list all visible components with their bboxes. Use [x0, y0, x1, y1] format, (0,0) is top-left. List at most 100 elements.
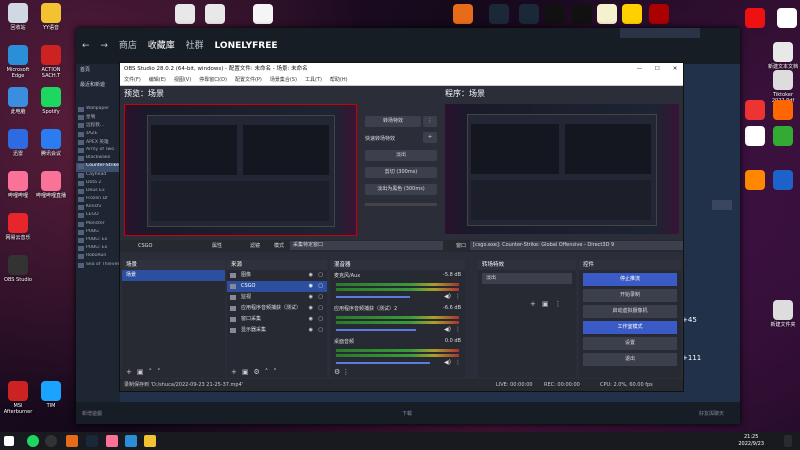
steam-game-item[interactable]: Cayhead — [76, 172, 120, 180]
obs-menu-item[interactable]: 停靠窗口(D) — [199, 77, 227, 83]
desktop-icon[interactable]: 腾讯会议 — [34, 129, 68, 157]
desktop-icon[interactable] — [168, 4, 202, 26]
transition-slider[interactable] — [365, 203, 437, 206]
source-item[interactable]: 图像 ◉ ▢ — [227, 270, 327, 281]
steam-game-item[interactable]: Wallpaper — [76, 106, 120, 114]
desktop-icon[interactable] — [482, 4, 516, 26]
desktop-icon[interactable]: 回收站 — [1, 3, 35, 31]
eye-icon[interactable]: ◉ — [309, 270, 313, 281]
desktop-icon[interactable]: Spotify — [34, 87, 68, 115]
desktop-icon[interactable]: Tiktoker 2022 Pdf — [766, 70, 800, 104]
transition-dropdown-3[interactable]: 淡出为黑色 (300ms) — [365, 184, 437, 195]
add-transition-icon[interactable]: + — [423, 132, 437, 143]
down-icon[interactable]: ˅ — [157, 368, 166, 376]
steam-side-recent[interactable]: 最近和新遊 — [76, 75, 120, 96]
virtual-camera-button[interactable]: 启动虚拟摄像机 — [583, 305, 677, 318]
obs-taskbar-icon[interactable] — [45, 435, 57, 447]
close-icon[interactable]: ✕ — [667, 63, 683, 75]
steam-game-item[interactable]: RoboRun — [76, 253, 120, 261]
more-icon[interactable]: ⋮ — [555, 300, 568, 308]
exit-button[interactable]: 退出 — [583, 353, 677, 366]
steam-game-item[interactable]: Deus Ex — [76, 188, 120, 196]
forward-icon[interactable]: → — [100, 41, 108, 51]
add-icon[interactable]: + — [126, 368, 137, 376]
steam-game-item[interactable]: Frozen Dr — [76, 196, 120, 204]
more-icon[interactable]: ⋮ — [423, 116, 437, 127]
source-item[interactable]: CSGO ◉ ▢ — [227, 281, 327, 292]
desktop-icon[interactable] — [766, 126, 800, 148]
source-item[interactable]: 应用程序音频捕获（测试） ◉ ▢ — [227, 303, 327, 314]
steam-game-item[interactable]: APEX 英雄 — [76, 139, 120, 147]
lock-icon[interactable]: ▢ — [318, 303, 323, 314]
system-clock[interactable]: 21:25 2022/9/23 — [738, 434, 764, 448]
steam-taskbar-icon[interactable] — [86, 435, 98, 447]
desktop-icon[interactable] — [198, 4, 232, 26]
steam-game-item[interactable]: zAZE — [76, 131, 120, 139]
eye-icon[interactable]: ◉ — [309, 292, 313, 303]
add-icon[interactable]: + — [530, 300, 542, 308]
window-dropdown[interactable]: [csgo.exe]: Counter-Strike: Global Offen… — [470, 241, 683, 250]
windows-start-icon[interactable] — [4, 436, 14, 446]
obs-menu-item[interactable]: 帮助(H) — [330, 77, 348, 83]
steam-game-item[interactable]: PUBG: Ex — [76, 245, 120, 253]
steam-game-item[interactable]: Kenshi — [76, 204, 120, 212]
gear-icon[interactable]: ⚙ — [254, 368, 265, 376]
steam-game-item[interactable]: Sea of Thieves — [76, 262, 120, 270]
steam-game-item[interactable]: Army of Two — [76, 147, 120, 155]
mixer-settings-icon[interactable]: ⚙ ⋮ — [334, 368, 350, 376]
desktop-icon[interactable] — [642, 4, 676, 26]
steam-game-item[interactable]: Monster — [76, 221, 120, 229]
transition-dropdown-1[interactable]: 淡出 — [365, 150, 437, 161]
friends-chat-button[interactable]: 好友與聊天 — [699, 410, 724, 417]
desktop-icon[interactable]: 哔哩哔哩直播 — [34, 171, 68, 199]
scene-item[interactable]: 场景 — [122, 270, 225, 281]
notification-icon[interactable] — [784, 435, 792, 447]
lock-icon[interactable]: ▢ — [318, 325, 323, 336]
steam-side-home[interactable]: 首頁 — [76, 64, 120, 75]
steam-nav-store[interactable]: 商店 — [119, 41, 137, 51]
speaker-icon[interactable]: ◀) — [444, 293, 451, 300]
lock-icon[interactable]: ▢ — [318, 270, 323, 281]
lock-icon[interactable]: ▢ — [318, 292, 323, 303]
obs-menu-item[interactable]: 编辑(E) — [149, 77, 166, 83]
desktop-icon[interactable]: Microsoft Edge — [1, 45, 35, 79]
minimize-icon[interactable]: — — [632, 63, 648, 75]
mode-dropdown[interactable]: 采集特定窗口 — [290, 241, 443, 250]
source-item[interactable]: 监视 ◉ ▢ — [227, 292, 327, 303]
more-icon[interactable]: ⋮ — [455, 326, 461, 333]
desktop-icon[interactable]: ACTION SACH.T — [34, 45, 68, 79]
transition-select[interactable]: 淡出 — [482, 273, 572, 284]
volume-slider[interactable] — [336, 296, 410, 298]
eye-icon[interactable]: ◉ — [309, 303, 313, 314]
gear-icon[interactable] — [712, 200, 732, 210]
steam-game-item[interactable]: Blackwake — [76, 155, 120, 163]
steam-nav-community[interactable]: 社群 — [186, 41, 204, 51]
steam-game-item[interactable]: 远程教... — [76, 122, 120, 130]
source-item[interactable]: 窗口采集 ◉ ▢ — [227, 314, 327, 325]
stop-streaming-button[interactable]: 停止推流 — [583, 273, 677, 286]
desktop-icon[interactable]: TIM — [34, 381, 68, 409]
eye-icon[interactable]: ◉ — [309, 281, 313, 292]
desktop-icon[interactable]: 哔哩哔哩 — [1, 171, 35, 199]
more-icon[interactable]: ⋮ — [455, 293, 461, 300]
desktop-icon[interactable] — [738, 8, 772, 30]
volume-slider[interactable] — [336, 329, 416, 331]
folder-taskbar-icon[interactable] — [144, 435, 156, 447]
volume-slider[interactable] — [336, 362, 430, 364]
desktop-icon[interactable]: 新建文件夹 — [766, 300, 800, 328]
desktop-icon[interactable] — [446, 4, 480, 26]
spotify-taskbar-icon[interactable] — [27, 435, 39, 447]
steam-game-item[interactable]: Dota 2 — [76, 180, 120, 188]
quick-transition-button[interactable]: 转场特效 — [365, 116, 421, 127]
desktop-icon[interactable]: 迅雷 — [1, 129, 35, 157]
transition-dropdown-2[interactable]: 剪切 (300ms) — [365, 167, 437, 178]
steam-nav-library[interactable]: 收藏庫 — [148, 41, 175, 51]
desktop-icon[interactable] — [766, 170, 800, 192]
studio-mode-button[interactable]: 工作室模式 — [583, 321, 677, 334]
filters-button[interactable]: 滤镜 — [250, 240, 260, 252]
lock-icon[interactable]: ▢ — [318, 314, 323, 325]
obs-menu-item[interactable]: 视图(V) — [174, 77, 191, 83]
app-taskbar-icon[interactable] — [66, 435, 78, 447]
preview-canvas[interactable] — [124, 104, 357, 236]
steam-game-item[interactable]: 星鳴 — [76, 114, 120, 122]
